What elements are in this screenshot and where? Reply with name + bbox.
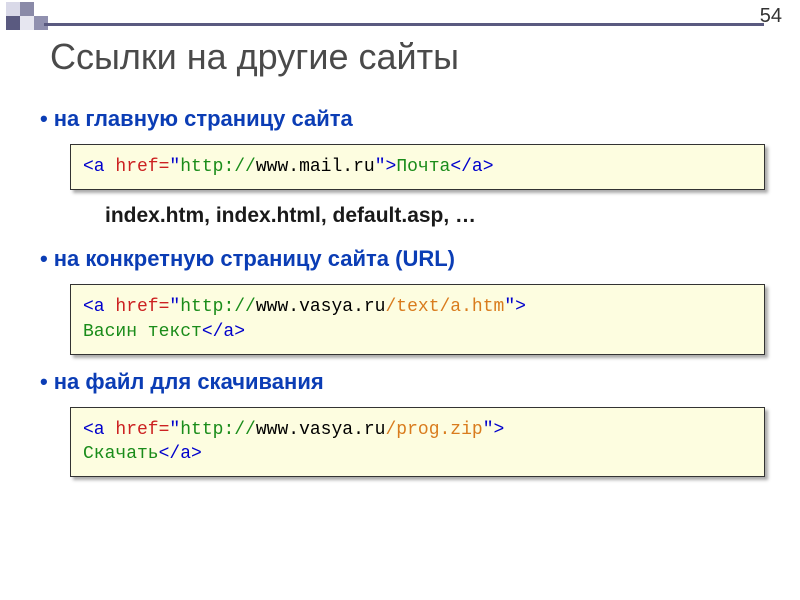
code-tag: </a> [159, 444, 202, 464]
section3-code: <a href="http://www.vasya.ru/prog.zip"> … [70, 407, 765, 478]
code-tag: <a [83, 297, 115, 317]
slide-content: Ссылки на другие сайты на главную страни… [0, 0, 800, 477]
code-tag: <a [83, 157, 115, 177]
code-quote: " [169, 157, 180, 177]
code-attr: href= [115, 297, 169, 317]
section1-code: <a href="http://www.mail.ru">Почта</a> [70, 144, 765, 190]
code-tag: </a> [450, 157, 493, 177]
page-number: 54 [760, 5, 782, 28]
code-domain: www.vasya.ru [256, 420, 386, 440]
code-tag: </a> [202, 322, 245, 342]
code-path: /text/a.htm [385, 297, 504, 317]
code-scheme: http:// [180, 157, 256, 177]
code-quote: " [169, 420, 180, 440]
code-quote: " [169, 297, 180, 317]
code-scheme: http:// [180, 420, 256, 440]
code-tag: <a [83, 420, 115, 440]
code-scheme: http:// [180, 297, 256, 317]
code-tag: > [386, 157, 397, 177]
code-attr: href= [115, 157, 169, 177]
code-attr: href= [115, 420, 169, 440]
section2-code: <a href="http://www.vasya.ru/text/a.htm"… [70, 284, 765, 355]
section3-heading: на файл для скачивания [40, 369, 765, 395]
slide-title: Ссылки на другие сайты [40, 36, 765, 78]
code-linktext: Васин текст [83, 322, 202, 342]
code-quote: " [504, 297, 515, 317]
code-tag: > [515, 297, 526, 317]
code-quote: " [483, 420, 494, 440]
code-path: /prog.zip [385, 420, 482, 440]
code-linktext: Почта [396, 157, 450, 177]
section1-note: index.htm, index.html, default.asp, … [105, 204, 765, 228]
code-domain: www.mail.ru [256, 157, 375, 177]
code-domain: www.vasya.ru [256, 297, 386, 317]
code-linktext: Скачать [83, 444, 159, 464]
section1-heading: на главную страницу сайта [40, 106, 765, 132]
code-quote: " [375, 157, 386, 177]
section2-heading: на конкретную страницу сайта (URL) [40, 246, 765, 272]
code-tag: > [494, 420, 505, 440]
